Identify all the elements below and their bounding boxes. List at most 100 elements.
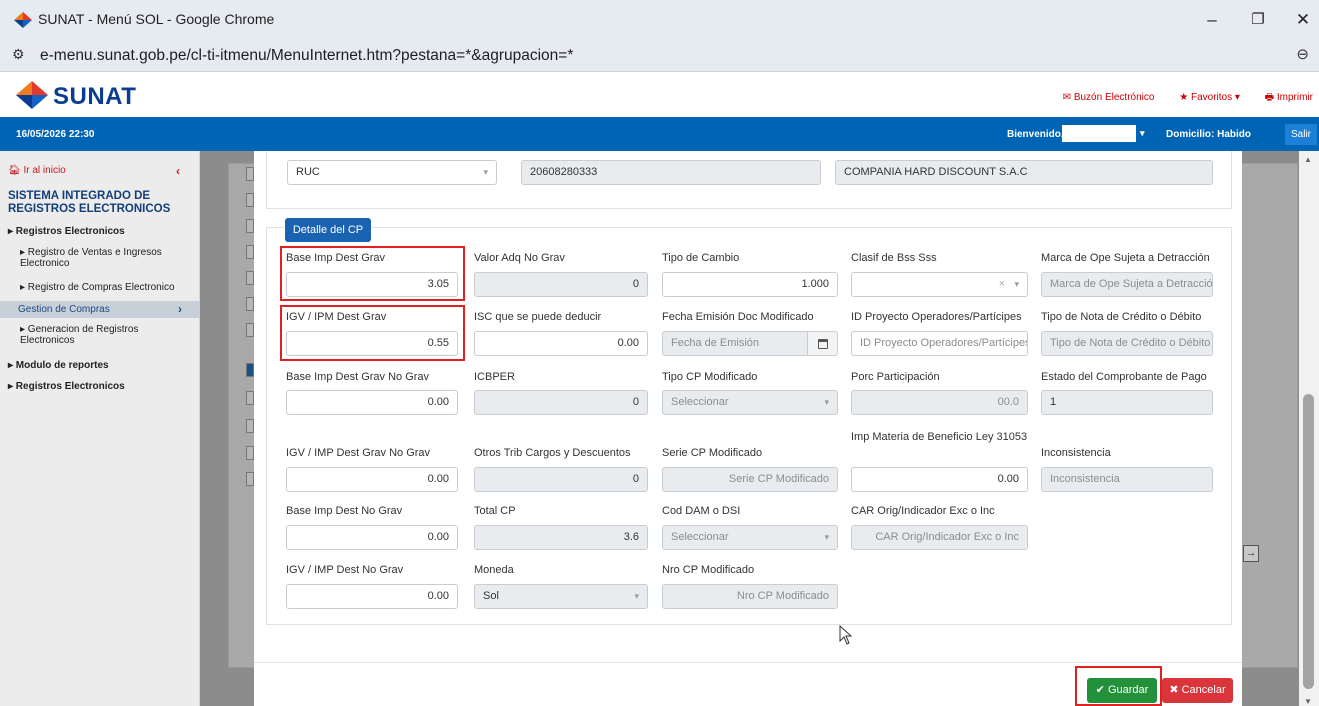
label-fecha-emision-mod: Fecha Emisión Doc Modificado: [662, 311, 814, 323]
background-row-checkbox: [246, 391, 254, 405]
background-next-icon: →: [1243, 545, 1259, 562]
sunat-logo[interactable]: SUNAT: [15, 79, 136, 111]
sidebar-item-reportes[interactable]: ▸ Modulo de reportes: [8, 360, 109, 371]
save-button[interactable]: ✔ Guardar: [1087, 678, 1157, 703]
logo-text: SUNAT: [53, 83, 137, 110]
browser-window: SUNAT - Menú SOL - Google Chrome – ❐ ✕ ⚙…: [0, 0, 1319, 706]
clasif-bss-select[interactable]: × ▾: [851, 272, 1028, 297]
chevron-down-icon: ▾: [634, 591, 639, 601]
label-valor-adq-no-grav: Valor Adq No Grav: [474, 252, 565, 264]
label-cod-dam: Cod DAM o DSI: [662, 505, 741, 517]
car-orig-input[interactable]: CAR Orig/Indicador Exc o Inc: [851, 525, 1028, 550]
sidebar-item-registros-2[interactable]: ▸ Registros Electronicos: [8, 381, 125, 392]
icbper-input[interactable]: 0: [474, 390, 648, 415]
modal-footer-divider: [254, 662, 1242, 663]
sidebar: 🏠︎ Ir al inicio ‹ SISTEMA INTEGRADO DE R…: [0, 151, 200, 706]
highlight-base-imp: [280, 246, 465, 301]
tipo-nota-input[interactable]: Tipo de Nota de Crédito o Débito: [1041, 331, 1213, 356]
tab-detalle-cp[interactable]: Detalle del CP: [285, 218, 371, 242]
tipo-cambio-input[interactable]: 1.000: [662, 272, 838, 297]
base-imp-grav-no-grav-input[interactable]: 0.00: [286, 390, 458, 415]
zoom-icon[interactable]: ⊖: [1296, 45, 1309, 63]
label-car-orig: CAR Orig/Indicador Exc o Inc: [851, 505, 995, 517]
label-tipo-cp-mod: Tipo CP Modificado: [662, 371, 758, 383]
porc-participacion-input[interactable]: 00.0: [851, 390, 1028, 415]
moneda-select[interactable]: Sol ▾: [474, 584, 648, 609]
background-row-checkbox: [246, 219, 254, 233]
label-base-imp-grav-no-grav: Base Imp Dest Grav No Grav: [286, 371, 430, 383]
imp-materia-input[interactable]: 0.00: [851, 467, 1028, 492]
inconsistencia-input[interactable]: Inconsistencia: [1041, 467, 1213, 492]
collapse-sidebar-icon[interactable]: ‹: [176, 164, 180, 178]
label-estado-comprobante: Estado del Comprobante de Pago: [1041, 371, 1207, 383]
base-imp-no-grav-input[interactable]: 0.00: [286, 525, 458, 550]
background-row-checkbox: [246, 193, 254, 207]
chevron-down-icon: ▾: [1014, 279, 1019, 289]
background-row-checkbox: [246, 446, 254, 460]
restore-icon[interactable]: ❐: [1243, 8, 1273, 32]
sidebar-item-compras[interactable]: ▸ Registro de Compras Electronico: [20, 282, 175, 293]
sidebar-item-generacion[interactable]: ▸ Generacion de Registros Electronicos: [20, 324, 195, 346]
company-name-field[interactable]: COMPANIA HARD DISCOUNT S.A.C: [835, 160, 1213, 185]
id-proyecto-input[interactable]: ID Proyecto Operadores/Partícipes: [851, 331, 1028, 356]
igv-no-grav-input[interactable]: 0.00: [286, 584, 458, 609]
doc-type-select[interactable]: RUC ▾: [287, 160, 497, 185]
session-date: 16/05/2026 22:30: [16, 129, 95, 140]
page-scrollbar[interactable]: ▲ ▼: [1299, 151, 1319, 706]
background-row-checkbox: [246, 167, 254, 181]
background-row-checkbox: [246, 419, 254, 433]
label-serie-cp-mod: Serie CP Modificado: [662, 447, 763, 459]
scroll-up-icon[interactable]: ▲: [1304, 155, 1312, 164]
favoritos-link[interactable]: ★ Favoritos ▾: [1179, 92, 1240, 103]
logout-button[interactable]: Salir: [1285, 124, 1317, 145]
label-id-proyecto: ID Proyecto Operadores/Partícipes: [851, 311, 1022, 323]
label-imp-materia: Imp Materia de Beneficio Ley 31053: [851, 431, 1028, 443]
imprimir-link[interactable]: 🖶 Imprimir: [1265, 92, 1313, 103]
calendar-button[interactable]: [808, 331, 838, 356]
home-link[interactable]: 🏠︎ Ir al inicio ‹: [8, 164, 180, 178]
isc-input[interactable]: 0.00: [474, 331, 648, 356]
tipo-cp-mod-value: Seleccionar: [671, 396, 729, 408]
estado-comprobante-input[interactable]: 1: [1041, 390, 1213, 415]
label-otros-trib: Otros Trib Cargos y Descuentos: [474, 447, 631, 459]
minimize-icon[interactable]: –: [1197, 8, 1227, 32]
serie-cp-mod-input[interactable]: Serie CP Modificado: [662, 467, 838, 492]
fecha-emision-input[interactable]: Fecha de Emisión: [662, 331, 808, 356]
background-row-checkbox: [246, 363, 254, 377]
total-cp-input[interactable]: 3.6: [474, 525, 648, 550]
tipo-cp-mod-select[interactable]: Seleccionar ▾: [662, 390, 838, 415]
user-caret-icon[interactable]: ▾: [1140, 128, 1145, 139]
background-row-checkbox: [246, 271, 254, 285]
sidebar-item-registros[interactable]: ▸ Registros Electronicos: [8, 226, 125, 237]
site-settings-icon[interactable]: ⚙: [12, 46, 25, 63]
nro-cp-mod-input[interactable]: Nro CP Modificado: [662, 584, 838, 609]
username-redacted[interactable]: [1062, 125, 1136, 142]
igv-grav-no-grav-input[interactable]: 0.00: [286, 467, 458, 492]
clear-icon[interactable]: ×: [999, 273, 1005, 296]
address-bar[interactable]: ⚙ e-menu.sunat.gob.pe/cl-ti-itmenu/MenuI…: [0, 40, 1319, 72]
marca-detraccion-input[interactable]: Marca de Ope Sujeta a Detracción: [1041, 272, 1213, 297]
label-total-cp: Total CP: [474, 505, 516, 517]
domicile-status: Domicilio: Habido: [1166, 129, 1251, 140]
ruc-field[interactable]: 20608280333: [521, 160, 821, 185]
label-moneda: Moneda: [474, 564, 514, 576]
valor-adq-no-grav-input[interactable]: 0: [474, 272, 648, 297]
scroll-down-icon[interactable]: ▼: [1304, 697, 1312, 706]
close-icon[interactable]: ✕: [1288, 8, 1318, 32]
buzon-link[interactable]: ✉ Buzón Electrónico: [1063, 92, 1155, 103]
sidebar-item-ventas[interactable]: ▸ Registro de Ventas e Ingresos Electron…: [20, 247, 195, 269]
label-tipo-nota: Tipo de Nota de Crédito o Débito: [1041, 311, 1202, 323]
cancel-button[interactable]: ✖ Cancelar: [1162, 678, 1233, 703]
label-inconsistencia: Inconsistencia: [1041, 447, 1111, 459]
otros-trib-input[interactable]: 0: [474, 467, 648, 492]
cod-dam-value: Seleccionar: [671, 531, 729, 543]
system-title: SISTEMA INTEGRADO DE REGISTROS ELECTRONI…: [8, 190, 171, 215]
url-text[interactable]: e-menu.sunat.gob.pe/cl-ti-itmenu/MenuInt…: [40, 47, 573, 65]
background-row-checkbox: [246, 472, 254, 486]
scroll-thumb[interactable]: [1303, 394, 1314, 689]
home-icon: 🏠︎: [8, 165, 21, 176]
sidebar-item-gestion-compras[interactable]: Gestion de Compras ›: [0, 301, 200, 318]
header-section: RUC ▾ 20608280333 COMPANIA HARD DISCOUNT…: [266, 151, 1232, 209]
cod-dam-select[interactable]: Seleccionar ▾: [662, 525, 838, 550]
edit-purchase-modal: RUC ▾ 20608280333 COMPANIA HARD DISCOUNT…: [254, 151, 1242, 706]
